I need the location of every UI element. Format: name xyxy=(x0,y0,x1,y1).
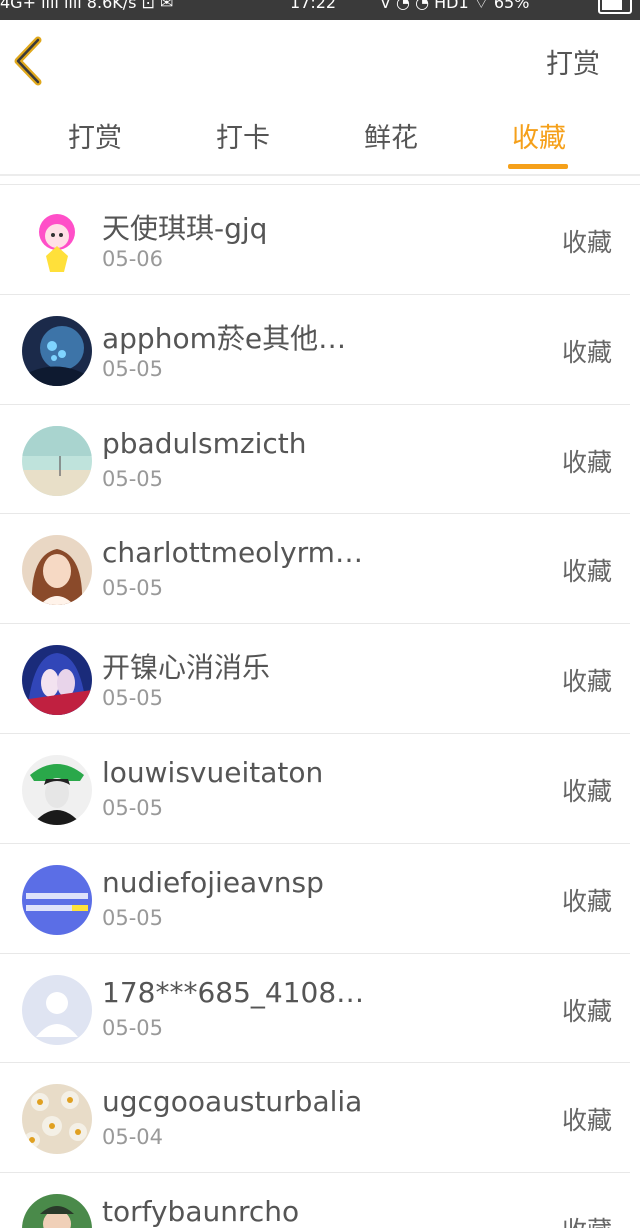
user-name: 开镍心消消乐 xyxy=(102,651,271,685)
avatar xyxy=(22,1194,92,1228)
list-item[interactable]: ugcgooausturbalia 05-04 收藏 xyxy=(0,1063,630,1174)
favorite-label: 收藏 xyxy=(561,886,612,916)
favorite-label: 收藏 xyxy=(561,337,612,367)
user-name: nudiefojieavnsp xyxy=(102,865,324,899)
avatar xyxy=(22,754,92,825)
favorite-label: 收藏 xyxy=(561,447,612,477)
avatar xyxy=(22,645,92,716)
user-name: torfybaunrcho xyxy=(102,1195,300,1228)
status-bar: 4G+ ııll ııll 8.6K/s ⊡ ✉ 17:22 ᐁ ◔ ◔ HD1… xyxy=(0,0,640,20)
list-item[interactable]: 天使琪琪-gjq 05-06 收藏 xyxy=(0,185,630,295)
avatar xyxy=(22,974,92,1045)
item-date: 05-06 xyxy=(102,247,164,271)
list-item[interactable]: louwisvueitaton 05-05 收藏 xyxy=(0,734,630,844)
tab-reward[interactable]: 打赏 xyxy=(40,116,150,155)
list-item[interactable]: torfybaunrcho 收藏 xyxy=(0,1173,630,1228)
item-date: 05-05 xyxy=(102,576,164,601)
avatar xyxy=(22,206,92,276)
favorite-label: 收藏 xyxy=(561,1106,612,1136)
battery-icon xyxy=(598,0,632,14)
avatar xyxy=(22,535,92,606)
tab-flowers[interactable]: 鲜花 xyxy=(336,116,446,155)
list-item[interactable]: apphom菸e其他… 05-05 收藏 xyxy=(0,295,630,405)
item-date: 05-05 xyxy=(102,1015,164,1040)
top-nav: 打赏 xyxy=(0,20,640,102)
user-name: 178***685_4108… xyxy=(102,975,365,1009)
chevron-left-icon[interactable] xyxy=(10,36,46,86)
list-item[interactable]: charlottmeolyrm… 05-05 收藏 xyxy=(0,514,630,625)
list-item[interactable]: nudiefojieavnsp 05-05 收藏 xyxy=(0,844,630,954)
user-name: apphom菸e其他… xyxy=(102,321,347,355)
favorite-label: 收藏 xyxy=(561,776,612,806)
favorite-label: 收藏 xyxy=(561,667,612,697)
avatar xyxy=(22,425,92,496)
active-tab-indicator xyxy=(508,164,568,169)
status-left: 4G+ ııll ııll 8.6K/s ⊡ ✉ xyxy=(0,0,174,12)
header-reward-link[interactable]: 打赏 xyxy=(546,42,600,81)
favorites-list: 天使琪琪-gjq 05-06 收藏 apphom菸e其他… 05-05 收藏 p… xyxy=(0,184,640,1228)
avatar xyxy=(22,315,92,386)
list-item[interactable]: 开镍心消消乐 05-05 收藏 xyxy=(0,624,630,734)
list-item[interactable]: pbadulsmzicth 05-05 收藏 xyxy=(0,405,630,515)
favorite-label: 收藏 xyxy=(561,557,612,587)
avatar xyxy=(22,1084,92,1155)
favorite-label: 收藏 xyxy=(561,996,612,1026)
favorite-label: 收藏 xyxy=(561,228,612,257)
avatar xyxy=(22,864,92,935)
tab-favorites[interactable]: 收藏 xyxy=(484,116,594,155)
tab-bar: 打赏 打卡 鲜花 收藏 xyxy=(0,102,640,176)
item-date: 05-05 xyxy=(102,466,164,491)
item-date: 05-05 xyxy=(102,795,164,820)
item-date: 05-04 xyxy=(102,1125,164,1150)
favorite-label: 收藏 xyxy=(562,1211,612,1228)
status-time: 17:22 xyxy=(290,0,337,12)
user-name: charlottmeolyrm… xyxy=(102,536,363,570)
user-name: pbadulsmzicth xyxy=(102,426,307,460)
item-date: 05-05 xyxy=(102,356,164,381)
user-name: 天使琪琪-gjq xyxy=(102,212,268,245)
item-date: 05-05 xyxy=(102,686,164,711)
item-date: 05-05 xyxy=(102,905,164,930)
status-right: ᐁ ◔ ◔ HD1 ⌔ 65% xyxy=(380,0,530,12)
user-name: ugcgooausturbalia xyxy=(102,1085,363,1119)
list-item[interactable]: 178***685_4108… 05-05 收藏 xyxy=(0,954,630,1064)
user-name: louwisvueitaton xyxy=(102,755,324,789)
tab-checkin[interactable]: 打卡 xyxy=(188,116,298,155)
